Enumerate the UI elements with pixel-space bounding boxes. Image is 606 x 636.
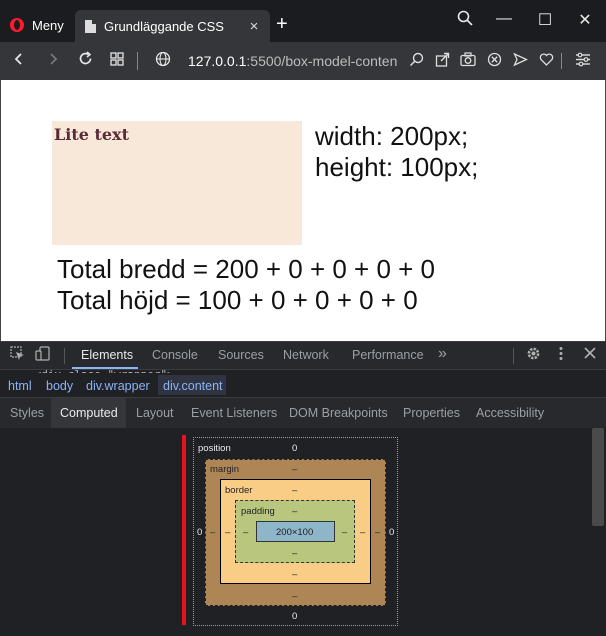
breadcrumb-html[interactable]: html — [8, 379, 32, 393]
url-host: 127.0.0.1 — [188, 53, 247, 69]
highlight-bar — [182, 435, 186, 625]
subtab-styles[interactable]: Styles — [10, 406, 44, 420]
subtab-properties[interactable]: Properties — [403, 406, 460, 420]
scrollbar[interactable] — [592, 428, 604, 526]
position-label: position — [198, 443, 231, 454]
tab-strip: Meny Grundläggande CSS × + — ☐ ✕ — [0, 0, 606, 42]
document-icon — [85, 19, 96, 33]
subtab-event-listeners[interactable]: Event Listeners — [191, 406, 277, 420]
reload-icon[interactable] — [74, 51, 96, 71]
margin-top-value[interactable]: – — [292, 464, 297, 475]
window-close-icon[interactable]: ✕ — [570, 10, 600, 30]
padding-right-value[interactable]: – — [342, 527, 347, 538]
device-toolbar-icon[interactable] — [34, 346, 52, 365]
divider — [137, 52, 138, 70]
search-tabs-icon[interactable] — [450, 10, 480, 31]
divider — [64, 348, 65, 364]
adblock-icon[interactable] — [484, 52, 504, 71]
tab-elements[interactable]: Elements — [81, 348, 133, 362]
send-icon[interactable] — [510, 52, 530, 71]
breadcrumb: ▾<div class="wrapper"> html body div.wra… — [0, 368, 606, 398]
devtools-close-icon[interactable] — [581, 346, 599, 363]
breadcrumb-div-wrapper[interactable]: div.wrapper — [86, 379, 150, 393]
subtab-accessibility[interactable]: Accessibility — [476, 406, 544, 420]
minimize-icon[interactable]: — — [489, 10, 519, 28]
tab-console[interactable]: Console — [152, 348, 198, 362]
position-right-value[interactable]: 0 — [389, 527, 394, 538]
new-tab-icon[interactable]: + — [276, 14, 288, 34]
content-size-value[interactable]: 200×100 — [276, 527, 313, 538]
margin-label: margin — [210, 464, 240, 475]
height-description: height: 100px; — [315, 152, 479, 182]
menu-button[interactable]: Meny — [0, 10, 72, 40]
padding-left-value[interactable]: – — [243, 527, 248, 538]
divider — [513, 348, 514, 364]
border-right-value[interactable]: – — [360, 527, 365, 538]
styles-pane-tabs: Styles Computed Layout Event Listeners D… — [0, 397, 606, 429]
tab-performance[interactable]: Performance — [352, 348, 424, 362]
menu-label: Meny — [32, 17, 64, 33]
position-bottom-value[interactable]: 0 — [292, 611, 297, 622]
content-box: Lite text — [52, 121, 302, 245]
margin-right-value[interactable]: – — [375, 527, 380, 538]
heart-icon[interactable] — [536, 52, 556, 71]
url-field[interactable]: 127.0.0.1:5500/box-model-conten — [188, 53, 397, 69]
dom-tree-partial-line: ▾<div class="wrapper"> — [28, 368, 174, 373]
total-height-text: Total höjd = 100 + 0 + 0 + 0 + 0 — [57, 285, 418, 315]
breadcrumb-div-content[interactable]: div.content — [163, 379, 223, 393]
camera-icon[interactable] — [458, 52, 478, 71]
browser-tab[interactable]: Grundläggande CSS × — [75, 10, 270, 42]
padding-top-value[interactable]: – — [292, 506, 297, 517]
maximize-icon[interactable]: ☐ — [530, 10, 560, 30]
devtools-toolbar: Elements Console Sources Network Perform… — [0, 341, 606, 370]
tab-grid-icon[interactable] — [106, 51, 128, 71]
tab-title: Grundläggande CSS — [104, 18, 224, 34]
border-top-value[interactable]: – — [292, 485, 297, 496]
page-viewport: Lite text width: 200px; height: 100px; T… — [0, 80, 606, 341]
inspect-element-icon[interactable] — [8, 346, 26, 365]
divider — [561, 53, 562, 69]
subtab-dom-breakpoints[interactable]: DOM Breakpoints — [289, 406, 388, 420]
border-left-value[interactable]: – — [225, 527, 230, 538]
back-icon[interactable] — [8, 51, 30, 71]
margin-bottom-value[interactable]: – — [292, 591, 297, 602]
globe-icon[interactable] — [152, 51, 174, 72]
subtab-layout[interactable]: Layout — [136, 406, 174, 420]
border-bottom-value[interactable]: – — [292, 569, 297, 580]
settings-gear-icon[interactable] — [524, 346, 542, 365]
forward-icon[interactable] — [42, 51, 64, 71]
more-tabs-icon[interactable]: » — [438, 345, 447, 363]
url-path: :5500/box-model-conten — [246, 53, 398, 69]
position-top-value[interactable]: 0 — [292, 443, 297, 454]
share-icon[interactable] — [432, 52, 452, 71]
computed-pane: position 0 0 0 0 margin – – – – border –… — [0, 428, 606, 636]
address-bar: 127.0.0.1:5500/box-model-conten — [0, 42, 606, 80]
tab-close-icon[interactable]: × — [244, 18, 264, 35]
more-options-icon[interactable] — [552, 346, 570, 365]
easy-setup-icon[interactable] — [573, 52, 593, 71]
padding-label: padding — [241, 506, 275, 517]
total-width-text: Total bredd = 200 + 0 + 0 + 0 + 0 — [57, 254, 436, 284]
padding-bottom-value[interactable]: – — [292, 548, 297, 559]
opera-logo-icon — [10, 18, 24, 32]
tab-sources[interactable]: Sources — [218, 348, 264, 362]
width-description: width: 200px; — [315, 121, 469, 151]
find-in-page-icon[interactable] — [406, 52, 426, 71]
border-label: border — [225, 485, 253, 496]
content-text: Lite text — [54, 125, 129, 144]
tab-network[interactable]: Network — [283, 348, 329, 362]
margin-left-value[interactable]: – — [210, 527, 215, 538]
subtab-computed[interactable]: Computed — [60, 406, 118, 420]
breadcrumb-body[interactable]: body — [46, 379, 73, 393]
position-left-value[interactable]: 0 — [197, 527, 202, 538]
